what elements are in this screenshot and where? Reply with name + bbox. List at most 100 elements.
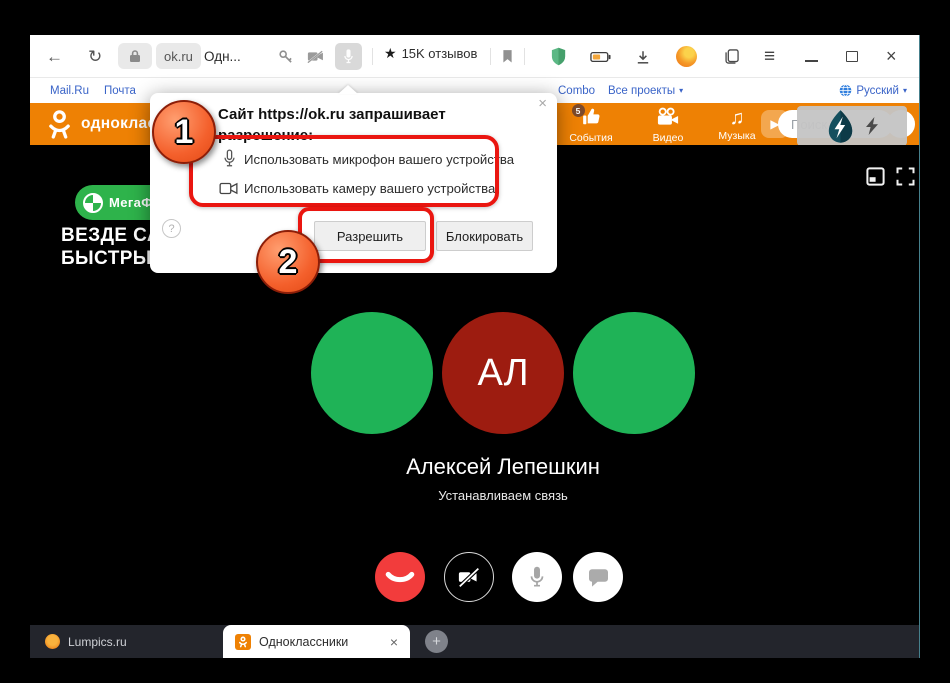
download-icon bbox=[636, 50, 650, 64]
battery-icon bbox=[590, 51, 611, 63]
bookmark-flag-icon bbox=[502, 49, 513, 64]
browser-toolbar: ← ↻ ok.ru Одн... ★ 15K отзывов bbox=[30, 35, 919, 78]
camera-blocked-button[interactable] bbox=[307, 35, 324, 78]
side-panel-button[interactable] bbox=[724, 35, 739, 78]
block-button[interactable]: Блокировать bbox=[436, 221, 533, 251]
bookmark-item-pochta[interactable]: Почта bbox=[104, 78, 136, 103]
site-security-button[interactable] bbox=[118, 43, 152, 69]
url-host: ok.ru bbox=[164, 49, 193, 64]
help-button[interactable]: ? bbox=[162, 219, 181, 238]
dialog-pointer bbox=[338, 85, 358, 94]
downloads-button[interactable] bbox=[636, 35, 650, 78]
banner-brand: МегаФ bbox=[109, 195, 153, 210]
step-marker-2: 2 bbox=[256, 230, 320, 294]
camera-off-icon bbox=[456, 566, 483, 589]
flame-icon bbox=[676, 46, 697, 67]
key-icon bbox=[278, 49, 293, 64]
reload-icon: ↻ bbox=[88, 47, 102, 67]
hangup-icon bbox=[385, 570, 415, 584]
permission-mic: Использовать микрофон вашего устройства bbox=[244, 152, 514, 167]
language-selector[interactable]: Русский▾ bbox=[839, 78, 907, 103]
pip-icon bbox=[866, 167, 885, 186]
nav-music[interactable]: ♫ Музыка bbox=[705, 103, 769, 145]
camera-icon bbox=[219, 182, 238, 200]
screenshot-root: ← ↻ ok.ru Одн... ★ 15K отзывов bbox=[0, 0, 950, 683]
music-note-icon: ♫ bbox=[730, 107, 745, 128]
hamburger-icon: ≡ bbox=[764, 46, 775, 68]
nav-events[interactable]: 5 События bbox=[559, 103, 623, 145]
tab-strip: Lumpics.ru Одноклассники × + bbox=[30, 625, 919, 658]
minimize-icon bbox=[805, 60, 818, 62]
page-title: Одн... bbox=[204, 35, 241, 78]
bookmark-item-combo[interactable]: Combo bbox=[558, 78, 595, 103]
lock-icon bbox=[129, 49, 141, 63]
bolt-icon bbox=[866, 117, 878, 135]
call-status: Устанавливаем связь bbox=[303, 488, 703, 503]
megafon-icon bbox=[83, 193, 103, 213]
battery-saver-button[interactable] bbox=[590, 35, 611, 78]
mic-permission-button[interactable] bbox=[335, 43, 362, 70]
callee-initials: АЛ bbox=[477, 352, 528, 395]
tab-close-icon[interactable]: × bbox=[390, 634, 398, 650]
reload-button[interactable]: ↻ bbox=[88, 35, 102, 78]
chevron-down-icon: ▾ bbox=[679, 86, 683, 95]
tab-odnoklassniki[interactable]: Одноклассники × bbox=[223, 625, 410, 658]
maximize-button[interactable] bbox=[846, 35, 858, 78]
camera-toggle-button[interactable] bbox=[444, 552, 494, 602]
microphone-icon bbox=[529, 565, 545, 589]
shield-icon bbox=[550, 47, 567, 66]
ok-logo-icon bbox=[46, 109, 73, 140]
menu-button[interactable]: ≡ bbox=[764, 35, 775, 78]
step-marker-1: 1 bbox=[152, 100, 216, 164]
microphone-icon bbox=[343, 48, 354, 65]
maximize-icon bbox=[846, 51, 858, 62]
lumpics-favicon bbox=[45, 634, 60, 649]
callee-name: Алексей Лепешкин bbox=[303, 454, 703, 480]
extension-button[interactable] bbox=[676, 35, 697, 78]
lightning-drop-icon bbox=[827, 109, 854, 144]
star-icon: ★ bbox=[384, 45, 397, 62]
new-tab-button[interactable]: + bbox=[425, 630, 448, 653]
reviews-label: 15K отзывов bbox=[402, 46, 478, 61]
toolbar-divider bbox=[524, 48, 525, 65]
camera-off-icon bbox=[307, 50, 324, 63]
allow-button[interactable]: Разрешить bbox=[314, 221, 426, 251]
chevron-down-icon: ▾ bbox=[903, 86, 907, 95]
chat-button[interactable] bbox=[573, 552, 623, 602]
permission-camera: Использовать камеру вашего устройства bbox=[244, 181, 495, 196]
pulse-circle-right bbox=[573, 312, 695, 434]
fullscreen-icon bbox=[896, 167, 915, 186]
picture-in-picture-button[interactable] bbox=[866, 167, 885, 191]
fullscreen-button[interactable] bbox=[896, 167, 915, 191]
video-camera-icon bbox=[656, 107, 680, 126]
toolbar-divider bbox=[490, 48, 491, 65]
screenshot-tool-overlay[interactable] bbox=[797, 106, 907, 146]
bookmark-item-mailru[interactable]: Mail.Ru bbox=[50, 78, 89, 103]
callee-avatar: АЛ bbox=[442, 312, 564, 434]
toolbar-divider bbox=[372, 48, 373, 65]
back-icon: ← bbox=[46, 47, 63, 67]
close-window-button[interactable]: × bbox=[886, 35, 897, 78]
mic-toggle-button[interactable] bbox=[512, 552, 562, 602]
pulse-circle-left bbox=[311, 312, 433, 434]
banner-text-line1: ВЕЗДЕ СА bbox=[61, 225, 161, 247]
back-button[interactable]: ← bbox=[46, 35, 63, 78]
question-icon: ? bbox=[168, 223, 174, 235]
bookmark-button[interactable] bbox=[502, 35, 513, 78]
dialog-title: Сайт https://ok.ru запрашиваетразрешение… bbox=[218, 104, 548, 146]
ok-favicon bbox=[235, 634, 251, 650]
events-count-badge: 5 bbox=[572, 104, 585, 117]
banner-text-line2: БЫСТРЫ bbox=[61, 248, 152, 270]
panels-icon bbox=[724, 49, 739, 64]
nav-video[interactable]: Видео bbox=[636, 103, 700, 145]
minimize-button[interactable] bbox=[805, 35, 818, 78]
microphone-icon bbox=[223, 149, 236, 173]
hangup-button[interactable] bbox=[375, 552, 425, 602]
url-host-badge[interactable]: ok.ru bbox=[156, 43, 201, 69]
reviews-widget[interactable]: ★ 15K отзывов bbox=[384, 35, 477, 78]
plus-icon: + bbox=[432, 633, 441, 650]
tab-lumpics[interactable]: Lumpics.ru bbox=[45, 625, 127, 658]
globe-icon bbox=[839, 84, 852, 97]
all-projects-menu[interactable]: Все проекты▾ bbox=[608, 78, 683, 103]
password-manager-button[interactable] bbox=[278, 35, 293, 78]
